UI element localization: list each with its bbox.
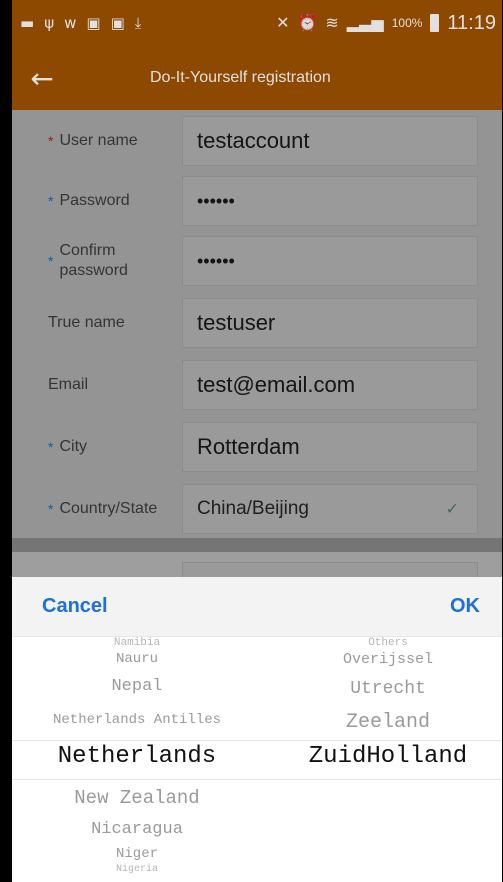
wheel-item[interactable]: Namibia: [12, 637, 262, 649]
dim-overlay-top: [12, 0, 502, 110]
wheel-item[interactable]: Overijssel: [274, 651, 502, 668]
wheel-item[interactable]: New Zealand: [12, 787, 262, 809]
picker-toolbar: Cancel OK: [12, 577, 502, 637]
picker-wheels: Namibia Nauru Nepal Netherlands Antilles…: [12, 637, 502, 882]
wheel-item[interactable]: Utrecht: [274, 679, 502, 699]
wheel-item[interactable]: Nigeria: [12, 864, 262, 875]
country-wheel[interactable]: Namibia Nauru Nepal Netherlands Antilles…: [12, 637, 262, 882]
ok-button[interactable]: OK: [450, 595, 480, 618]
wheel-item[interactable]: Nepal: [12, 677, 262, 696]
modal-overlay[interactable]: [12, 110, 502, 580]
phone-screen: ▬ ψ w ▣ ▣ ⤓ ✕ ⏰ ≋ ▂▃▅ 100% 11:19 ← Do-It…: [12, 0, 502, 882]
country-region-picker: Cancel OK Namibia Nauru Nepal Netherland…: [12, 577, 502, 882]
wheel-item[interactable]: Niger: [12, 846, 262, 862]
wheel-item[interactable]: Netherlands Antilles: [12, 712, 262, 728]
wheel-item[interactable]: Zeeland: [274, 711, 502, 734]
selected-region[interactable]: ZuidHolland: [274, 743, 502, 770]
cancel-button[interactable]: Cancel: [42, 595, 108, 618]
wheel-item[interactable]: Others: [274, 637, 502, 649]
wheel-item[interactable]: Nauru: [12, 651, 262, 667]
wheel-item[interactable]: Nicaragua: [12, 820, 262, 839]
selected-country[interactable]: Netherlands: [12, 743, 262, 770]
region-wheel[interactable]: Others Overijssel Utrecht Zeeland ZuidHo…: [274, 637, 502, 882]
